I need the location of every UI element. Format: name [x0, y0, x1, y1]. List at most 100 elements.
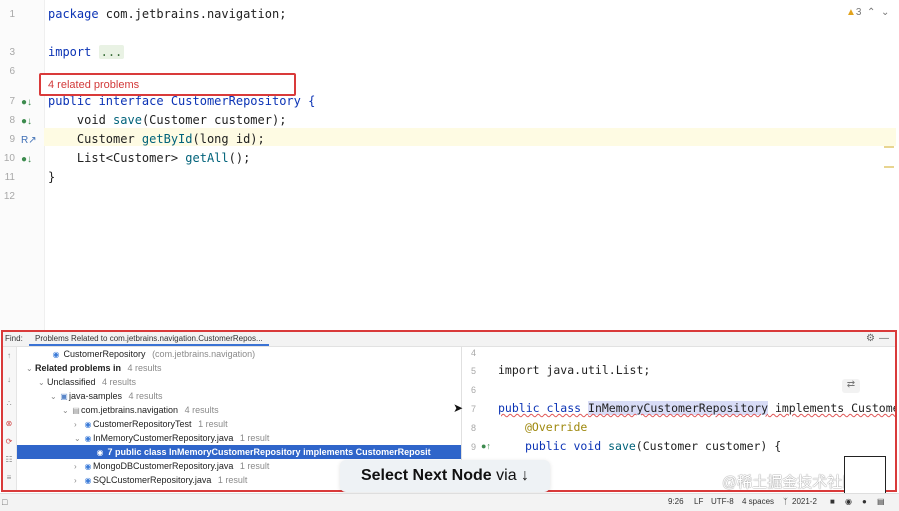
keyword: package: [48, 7, 99, 21]
tree-node-unclassified[interactable]: ⌄ Unclassified 4 results: [17, 375, 461, 389]
settings-icon[interactable]: ☷: [4, 455, 14, 465]
code-line: public class InMemoryCustomerRepository …: [498, 401, 895, 415]
shortcut-hint: Select Next Node via ↓: [340, 460, 550, 492]
soft-wrap-icon[interactable]: ⇄: [842, 379, 860, 393]
rerun-icon[interactable]: ⟳: [4, 437, 14, 447]
lock-icon[interactable]: ■: [830, 494, 835, 510]
previous-occurrence-icon[interactable]: ↑: [4, 351, 14, 361]
group-icon[interactable]: ∴: [4, 399, 14, 409]
code-line: package com.jetbrains.navigation;: [48, 6, 286, 22]
next-occurrence-icon[interactable]: ↓: [4, 375, 14, 385]
indent-setting[interactable]: 4 spaces: [742, 494, 774, 510]
tree-node-label: CustomerRepositoryTest: [93, 419, 192, 429]
watermark: @稀土掘金技术社区: [722, 474, 858, 491]
result-count: 1 result: [198, 419, 228, 429]
tree-node-module[interactable]: ⌄ ▣java-samples 4 results: [17, 389, 461, 403]
vcs-branch-icon: ᛉ: [783, 497, 788, 506]
tree-node-file[interactable]: › ◉ CustomerRepositoryTest 1 result: [17, 417, 461, 431]
result-count: 4 results: [102, 377, 137, 387]
chevron-down-icon[interactable]: ⌄: [74, 432, 83, 446]
tree-node-target[interactable]: ◉ CustomerRepository (com.jetbrains.navi…: [17, 347, 461, 361]
tree-node-label: Related problems in: [35, 363, 122, 373]
chevron-down-icon[interactable]: ⌄: [50, 390, 59, 404]
implemented-by-icon[interactable]: ●↓: [21, 154, 32, 165]
keyword: public void: [525, 439, 609, 453]
implements-icon[interactable]: ●↑: [481, 441, 491, 451]
package-icon: ▤: [72, 406, 80, 415]
code-text: com.jetbrains.navigation;: [98, 7, 287, 21]
code-text: public interface CustomerRepository {: [48, 94, 316, 108]
line-number: 1: [9, 9, 15, 20]
layout-icon[interactable]: □: [2, 494, 7, 510]
file-encoding[interactable]: UTF-8: [711, 494, 734, 510]
tree-node-file[interactable]: ⌄ ◉ InMemoryCustomerRepository.java 1 resu…: [17, 431, 461, 445]
line-number: 9: [9, 134, 15, 145]
method-name: save: [113, 113, 142, 127]
annotation: @Override: [525, 420, 588, 434]
hint-shortcut: via ↓: [491, 467, 530, 484]
code-editor[interactable]: 1 3 6 7 8 9 10 11 12 ●↓ ●↓ R↗ ●↓ package…: [0, 0, 899, 330]
implemented-by-icon[interactable]: ●↓: [21, 97, 32, 108]
result-count: 1 result: [239, 433, 270, 443]
inspector-icon[interactable]: ◉: [845, 494, 852, 510]
code-line: import java.util.List;: [498, 363, 651, 377]
vcs-branch[interactable]: 2021-2: [792, 494, 817, 510]
code-text: (Customer customer) {: [635, 439, 782, 453]
close-icon[interactable]: ⊗: [4, 419, 14, 429]
class-icon: ◉: [84, 462, 92, 471]
related-problems-link[interactable]: 4 related problems: [48, 79, 139, 91]
memory-icon[interactable]: ▤: [877, 494, 885, 510]
chevron-down-icon[interactable]: ⌄: [26, 362, 35, 376]
tree-node-related[interactable]: ⌄ Related problems in 4 results: [17, 361, 461, 375]
gear-icon[interactable]: ⚙: [866, 332, 875, 346]
chevron-down-icon[interactable]: ⌄: [38, 376, 47, 390]
find-header: Find: Problems Related to com.jetbrains.…: [3, 332, 895, 347]
code-text: (long id);: [192, 132, 265, 146]
warning-count: 3: [855, 7, 862, 18]
export-icon[interactable]: ≡: [4, 473, 14, 483]
line-number: 10: [3, 153, 15, 164]
tree-node-label: java-samples: [69, 391, 123, 401]
scrollbar-marker[interactable]: [884, 146, 894, 148]
chevron-up-icon[interactable]: ⌃: [864, 7, 875, 18]
related-problems-inlay[interactable]: 4 related problems: [39, 73, 296, 96]
test-class-icon: ◉: [84, 420, 92, 429]
folded-imports[interactable]: ...: [98, 45, 125, 59]
line-number: 7: [470, 404, 476, 414]
minimize-icon[interactable]: —: [879, 332, 889, 346]
code-line: Customer getById(long id);: [48, 131, 265, 147]
tab-related-problems[interactable]: Problems Related to com.jetbrains.naviga…: [29, 332, 269, 346]
tree-node-usage-selected[interactable]: ◉ 7 public class InMemoryCustomerReposit…: [17, 445, 461, 459]
line-number: 7: [9, 96, 15, 107]
line-number: 9: [470, 442, 476, 452]
chevron-right-icon[interactable]: ›: [74, 418, 83, 432]
implemented-by-icon[interactable]: ●↓: [21, 116, 32, 127]
code-line: public void save(Customer customer) {: [498, 439, 781, 453]
code-text: implements CustomerRepository: [774, 401, 895, 415]
tree-node-label: CustomerRepository: [63, 349, 146, 359]
editor-gutter: 1 3 6 7 8 9 10 11 12 ●↓ ●↓ R↗ ●↓: [0, 0, 45, 330]
scrollbar-marker[interactable]: [884, 166, 894, 168]
line-number: 6: [470, 385, 476, 395]
keyword: public class: [498, 401, 589, 415]
notifications-icon[interactable]: ●: [862, 494, 867, 510]
chevron-right-icon[interactable]: ›: [74, 460, 83, 474]
inspection-widget[interactable]: ▲3 ⌃ ⌄: [846, 7, 889, 18]
chevron-down-icon[interactable]: ⌄: [878, 7, 889, 18]
class-icon: ◉: [84, 434, 92, 443]
line-number: 8: [9, 115, 15, 126]
chevron-down-icon[interactable]: ⌄: [62, 404, 71, 418]
code-line: @Override: [498, 420, 587, 434]
rename-refactor-icon[interactable]: R↗: [21, 135, 37, 146]
line-number: 3: [9, 47, 15, 58]
caret-position[interactable]: 9:26: [668, 494, 684, 510]
find-label: Find:: [5, 334, 23, 343]
tree-node-label: InMemoryCustomerRepository.java: [93, 433, 234, 443]
line-separator[interactable]: LF: [694, 494, 703, 510]
line-number: 11: [4, 172, 15, 183]
tree-node-package[interactable]: ⌄ ▤com.jetbrains.navigation 4 results: [17, 403, 461, 417]
chevron-right-icon[interactable]: ›: [74, 474, 83, 488]
code-line: List<Customer> getAll();: [48, 150, 250, 166]
result-count: 1 result: [217, 475, 248, 485]
code-text: List<Customer>: [48, 151, 186, 165]
